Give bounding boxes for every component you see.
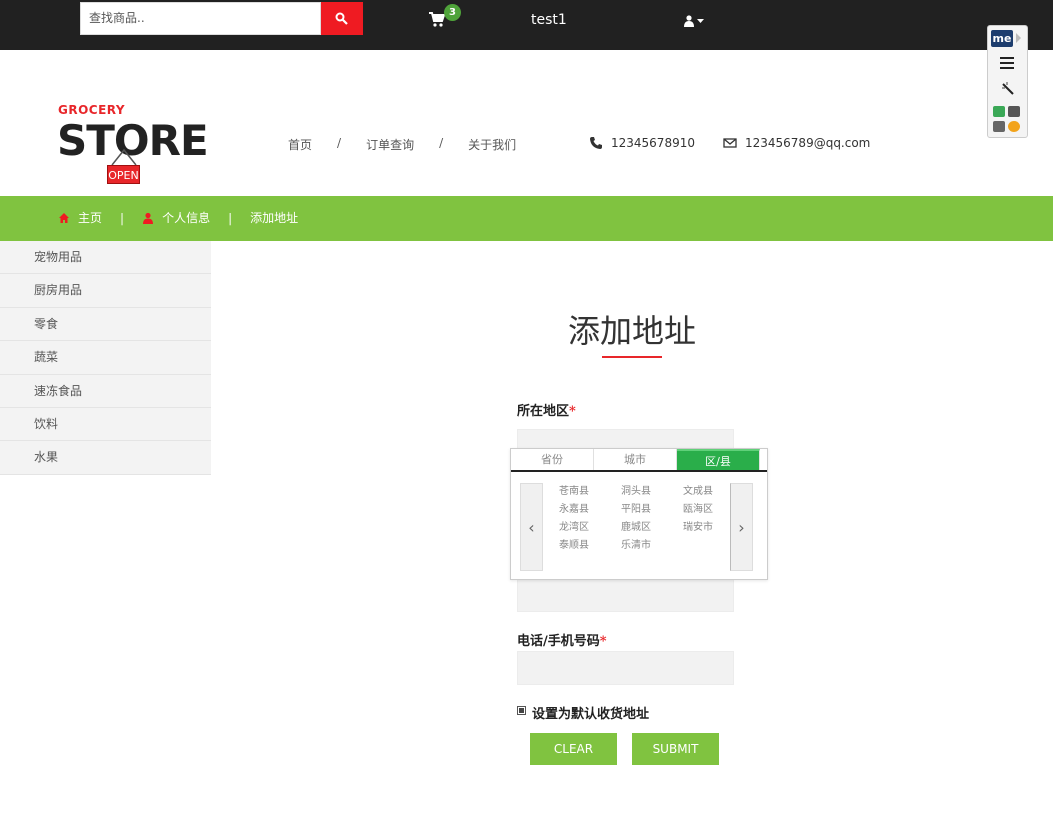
email-address[interactable]: 123456789@qq.com [745, 136, 870, 150]
search-icon [335, 12, 348, 25]
breadcrumb-home[interactable]: 主页 [78, 209, 102, 226]
user-icon [143, 212, 154, 224]
cast-icon[interactable] [993, 106, 1005, 117]
envelope-icon [723, 138, 737, 148]
default-address-label[interactable]: 设置为默认收货地址 [532, 703, 649, 722]
chevron-right-icon: › [738, 517, 745, 537]
tab-district[interactable]: 区/县 [677, 449, 760, 470]
breadcrumb-current: 添加地址 [250, 211, 299, 225]
breadcrumb: 主页 | 个人信息 | 添加地址 [58, 209, 298, 226]
picker-prev-button[interactable]: ‹ [520, 483, 543, 571]
nav-home-link[interactable]: 首页 [288, 136, 312, 153]
title-underline [602, 356, 662, 358]
district-option[interactable]: 永嘉县 [559, 502, 621, 517]
home-icon [59, 212, 69, 223]
phone-field[interactable] [517, 651, 734, 685]
tab-province[interactable]: 省份 [511, 449, 594, 470]
main-nav: 首页 / 订单查询 / 关于我们 [288, 136, 516, 153]
cart-count-badge: 3 [444, 4, 461, 21]
search-button[interactable] [321, 2, 363, 35]
breadcrumb-separator: | [120, 210, 125, 225]
nav-orders-link[interactable]: 订单查询 [366, 136, 414, 153]
phone-number: 12345678910 [611, 136, 695, 150]
region-label: 所在地区* [517, 404, 576, 419]
submit-button[interactable]: SUBMIT [632, 733, 719, 765]
breadcrumb-separator: | [228, 210, 233, 225]
sign-string-icon [111, 148, 137, 166]
nav-separator: / [439, 136, 444, 150]
district-option[interactable]: 龙湾区 [559, 520, 621, 535]
username[interactable]: test1 [531, 12, 567, 28]
picker-next-button[interactable]: › [730, 483, 753, 571]
page-title: 添加地址 [568, 312, 697, 350]
sidebar-item-frozen[interactable]: 速冻食品 [0, 374, 211, 408]
logo-open-sign: OPEN [107, 165, 140, 184]
clear-button[interactable]: CLEAR [530, 733, 617, 765]
extension-widget: me [987, 25, 1028, 138]
menu-icon[interactable] [1000, 57, 1014, 72]
phone-icon [590, 137, 602, 149]
district-option[interactable]: 洞头县 [621, 484, 683, 499]
sidebar-item-vegetables[interactable]: 蔬菜 [0, 341, 211, 375]
picker-tabs: 省份 城市 区/县 [511, 449, 767, 472]
extension-me-button[interactable]: me [991, 30, 1013, 47]
wand-icon[interactable] [1000, 81, 1016, 97]
sidebar-item-fruit[interactable]: 水果 [0, 441, 211, 475]
nav-about-link[interactable]: 关于我们 [468, 136, 516, 153]
box-icon[interactable] [993, 121, 1005, 132]
contact-info: 12345678910 123456789@qq.com [589, 136, 870, 150]
breadcrumb-profile[interactable]: 个人信息 [162, 209, 210, 226]
eye-icon[interactable] [1008, 121, 1020, 132]
district-option[interactable]: 泰顺县 [559, 538, 621, 553]
extension-arrow-icon[interactable] [1016, 33, 1021, 43]
breadcrumb-bar: 主页 | 个人信息 | 添加地址 [0, 196, 1053, 241]
search-input[interactable]: 查找商品.. [80, 2, 321, 35]
default-address-checkbox[interactable] [517, 706, 526, 715]
sidebar-item-snacks[interactable]: 零食 [0, 307, 211, 342]
phone-label: 电话/手机号码* [517, 634, 607, 649]
region-picker: 省份 城市 区/县 ‹ 苍南县 洞头县 文成县 永嘉县 平阳县 瓯海区 龙湾区 … [510, 448, 768, 580]
district-option[interactable]: 乐清市 [621, 538, 683, 553]
top-bar: 查找商品.. 3 test1 [0, 0, 1053, 50]
district-option[interactable]: 鹿城区 [621, 520, 683, 535]
user-menu-button[interactable] [684, 12, 708, 30]
tab-city[interactable]: 城市 [594, 449, 677, 470]
user-icon [684, 15, 694, 27]
sidebar-item-drinks[interactable]: 饮料 [0, 407, 211, 442]
chevron-left-icon: ‹ [528, 517, 535, 537]
chevron-down-icon [697, 18, 704, 23]
puzzle-icon[interactable] [1008, 106, 1020, 117]
logo-grocery-text[interactable]: GROCERY [58, 103, 125, 117]
district-options: 苍南县 洞头县 文成县 永嘉县 平阳县 瓯海区 龙湾区 鹿城区 瑞安市 泰顺县 … [559, 484, 745, 553]
district-option[interactable]: 平阳县 [621, 502, 683, 517]
nav-separator: / [337, 136, 342, 150]
sidebar-item-kitchen[interactable]: 厨房用品 [0, 274, 211, 308]
sidebar-item-pet[interactable]: 宠物用品 [0, 241, 211, 275]
district-option[interactable]: 苍南县 [559, 484, 621, 499]
category-sidebar: 宠物用品 厨房用品 零食 蔬菜 速冻食品 饮料 水果 [0, 241, 211, 475]
